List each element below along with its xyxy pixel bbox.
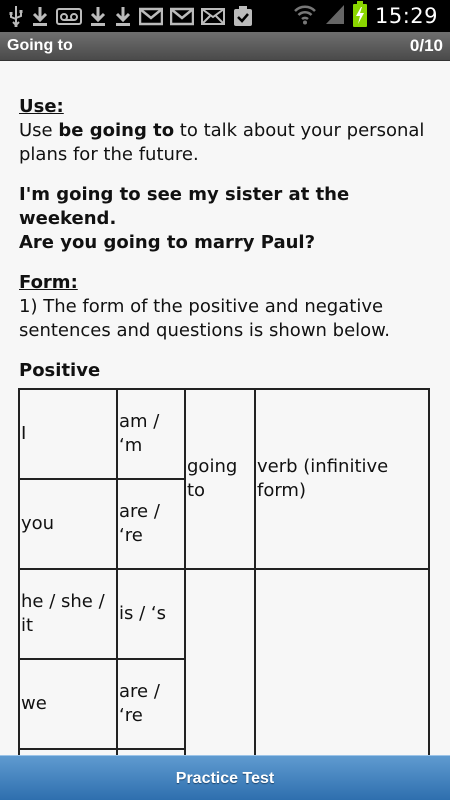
download-icon (31, 5, 49, 27)
examples-section: I'm going to see my sister at the weeken… (19, 183, 431, 255)
use-description: Use be going to to talk about your perso… (19, 119, 431, 167)
be-verb-cell: are / ‘re (116, 658, 186, 750)
status-clock: 15:29 (374, 4, 438, 28)
status-bar: 15:29 (0, 0, 450, 32)
lesson-text: Use: Use be going to to talk about your … (19, 95, 431, 383)
be-verb-cell: are / ‘re (116, 478, 186, 570)
wifi-icon (293, 2, 317, 30)
positive-heading: Positive (19, 360, 101, 381)
form-section: Form: 1) The form of the positive and ne… (19, 271, 431, 343)
use-section: Use: Use be going to to talk about your … (19, 95, 431, 167)
table-row: I am / ‘m going to verb (infinitive form… (18, 388, 430, 570)
subject-cell: we (18, 658, 118, 750)
download-icon (89, 5, 107, 27)
example-sentence: I'm going to see my sister at the weeken… (19, 184, 350, 229)
form-description: 1) The form of the positive and negative… (19, 296, 390, 341)
use-text-bold: be going to (58, 120, 175, 141)
example-sentence: Are you going to marry Paul? (19, 232, 316, 253)
battery-charging-icon (352, 1, 367, 31)
empty-cell (254, 568, 430, 755)
verb-form-cell: verb (infinitive form) (254, 388, 430, 570)
download-icon (114, 5, 132, 27)
use-heading: Use: (19, 96, 64, 117)
gmail-icon (170, 5, 194, 27)
gmail-icon (139, 5, 163, 27)
be-verb-cell: is / ‘s (116, 568, 186, 660)
lesson-content[interactable]: Use: Use be going to to talk about your … (0, 61, 450, 755)
subject-cell: he / she / it (18, 568, 118, 660)
practice-test-button[interactable]: Practice Test (0, 756, 450, 800)
title-bar: Going to 0/10 (0, 32, 450, 61)
system-indicators: 15:29 (293, 1, 438, 31)
subject-cell: I (18, 388, 118, 480)
positive-form-table: I am / ‘m going to verb (infinitive form… (18, 388, 430, 755)
clipboard-check-icon (232, 5, 254, 27)
usb-icon (8, 5, 24, 27)
voicemail-icon (56, 5, 82, 27)
be-verb-cell: am / ‘m (116, 388, 186, 480)
empty-cell (184, 568, 256, 755)
page-title: Going to (7, 37, 73, 54)
subject-cell: you (18, 478, 118, 570)
footer-bar: Practice Test (0, 755, 450, 800)
form-heading: Form: (19, 272, 78, 293)
table-row: he / she / it is / ‘s (18, 568, 430, 755)
use-text-pre: Use (19, 120, 59, 141)
notification-icons (8, 4, 254, 28)
score-counter: 0/10 (409, 36, 443, 55)
signal-icon (325, 3, 345, 29)
email-icon (201, 5, 225, 27)
going-to-cell: going to (184, 388, 256, 570)
